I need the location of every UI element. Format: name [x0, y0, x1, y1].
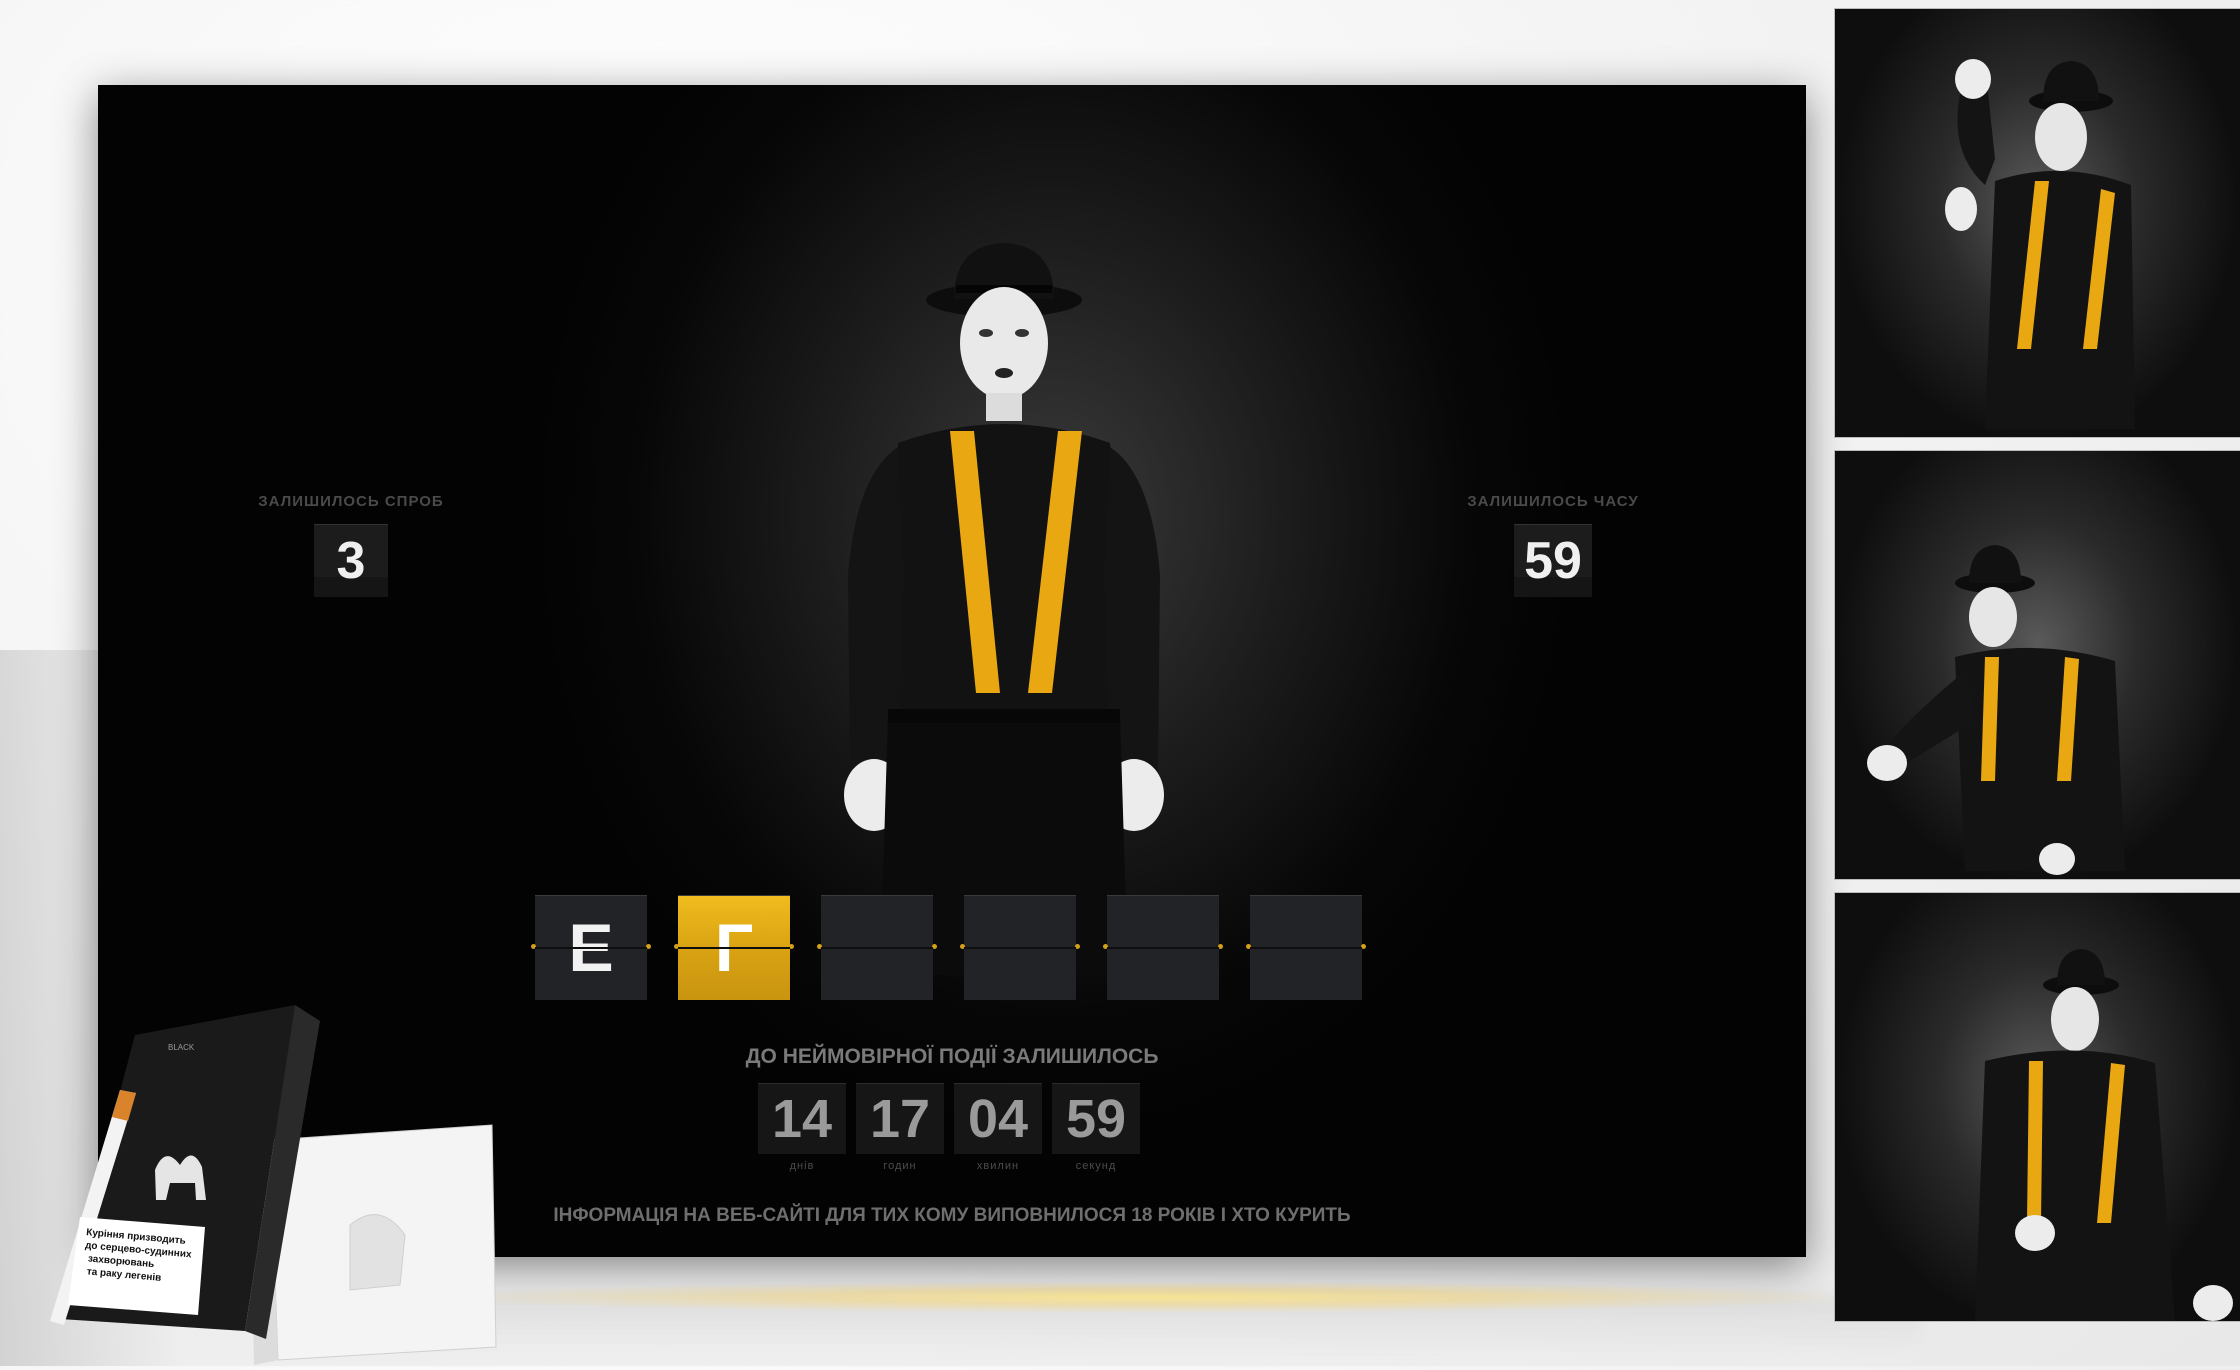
letter-tile[interactable]: Е [531, 895, 651, 1000]
letter-tile[interactable] [960, 895, 1080, 1000]
product-packs: Куріння призводить до серцево-судинних з… [20, 995, 510, 1365]
word-tiles: Е Г [531, 895, 1366, 1000]
tile-hinge-dot [1075, 944, 1080, 949]
countdown-label: годин [883, 1160, 917, 1172]
thumbnail-column [1834, 8, 2240, 1334]
letter-tile[interactable] [817, 895, 937, 1000]
pack-illustration: Куріння призводить до серцево-судинних з… [50, 1005, 497, 1365]
countdown-value: 04 [954, 1083, 1042, 1154]
letter-tile[interactable] [1103, 895, 1223, 1000]
golden-glow [470, 1282, 1830, 1312]
attempts-label: ЗАЛИШИЛОСЬ СПРОБ [258, 493, 444, 510]
mime-pose-2 [1867, 545, 2125, 875]
mime-photo-thumb [1834, 8, 2240, 438]
tile-hinge-dot [932, 944, 937, 949]
tile-hinge-dot [960, 944, 965, 949]
countdown-label: секунд [1075, 1160, 1117, 1172]
pack-brand-label: BLACK [168, 1043, 195, 1052]
tile-hinge-dot [1361, 944, 1366, 949]
tile-hinge-dot [817, 944, 822, 949]
countdown-minutes: 04 хвилин [954, 1083, 1042, 1172]
time-left-stat: ЗАЛИШИЛОСЬ ЧАСУ 59 [1448, 493, 1658, 597]
letter-tile-active[interactable]: Г [674, 895, 794, 1000]
countdown-timer: 14 днів 17 годин 04 хвилин 59 секунд [758, 1083, 1140, 1172]
countdown-seconds: 59 секунд [1052, 1083, 1140, 1172]
countdown-label: хвилин [976, 1160, 1020, 1172]
time-left-value: 59 [1514, 524, 1592, 597]
tile-hinge-dot [1218, 944, 1223, 949]
tile-hinge-dot [1246, 944, 1251, 949]
mime-photo-thumb [1834, 450, 2240, 880]
mime-photo-thumb [1834, 892, 2240, 1322]
tile-hinge-dot [674, 944, 679, 949]
countdown-value: 14 [758, 1083, 846, 1154]
countdown-days: 14 днів [758, 1083, 846, 1172]
mime-figure [844, 243, 1164, 975]
tile-hinge-dot [1103, 944, 1108, 949]
countdown-hours: 17 годин [856, 1083, 944, 1172]
mime-pose-3 [1975, 949, 2233, 1321]
countdown-value: 17 [856, 1083, 944, 1154]
time-left-label: ЗАЛИШИЛОСЬ ЧАСУ [1467, 493, 1639, 510]
tile-hinge-dot [531, 944, 536, 949]
tile-hinge-dot [646, 944, 651, 949]
letter-tile[interactable] [1246, 895, 1366, 1000]
mime-pose-1 [1945, 59, 2135, 429]
tile-hinge-dot [789, 944, 794, 949]
countdown-label: днів [789, 1160, 815, 1172]
attempts-value: 3 [314, 524, 388, 597]
attempts-stat: ЗАЛИШИЛОСЬ СПРОБ 3 [246, 493, 456, 597]
countdown-value: 59 [1052, 1083, 1140, 1154]
